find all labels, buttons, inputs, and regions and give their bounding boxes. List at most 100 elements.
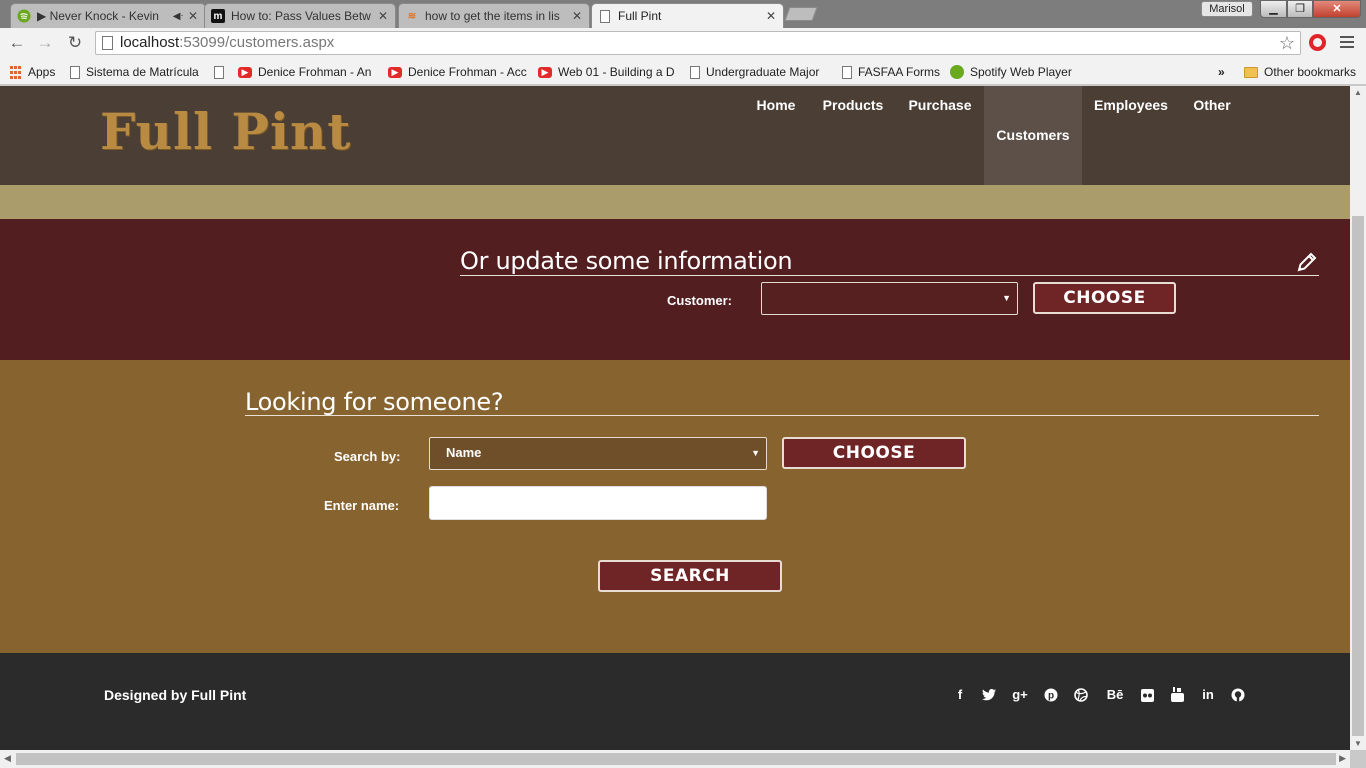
- search-by-select[interactable]: Name ▼: [429, 437, 767, 470]
- browser-tab[interactable]: m How to: Pass Values Betw ✕: [204, 3, 396, 28]
- new-tab-button[interactable]: [784, 7, 818, 21]
- name-input[interactable]: [429, 486, 767, 520]
- scroll-up-icon[interactable]: ▲: [1354, 88, 1362, 97]
- nav-label: Customers: [996, 127, 1070, 143]
- nav-purchase[interactable]: Purchase: [902, 86, 978, 185]
- nav-other[interactable]: Other: [1186, 86, 1238, 185]
- close-icon[interactable]: ✕: [377, 9, 389, 23]
- scrollbar-thumb[interactable]: [1352, 216, 1364, 736]
- youtube-icon: ▶: [538, 66, 552, 78]
- site-logo[interactable]: Full Pint: [100, 102, 351, 161]
- page-icon: [842, 65, 852, 79]
- update-info-section: Or update some information Customer: ▼ C…: [0, 219, 1350, 360]
- back-icon[interactable]: ←: [6, 33, 28, 53]
- minimize-button[interactable]: ▁: [1260, 0, 1287, 18]
- browser-tab-active[interactable]: Full Pint ✕: [591, 3, 784, 28]
- bookmark-label: Other bookmarks: [1264, 65, 1357, 79]
- facebook-icon[interactable]: f: [951, 686, 969, 704]
- github-icon[interactable]: [1229, 686, 1247, 704]
- svg-text:p: p: [1048, 691, 1054, 702]
- flickr-icon[interactable]: [1138, 686, 1156, 704]
- profile-button[interactable]: Marisol: [1201, 1, 1253, 17]
- twitter-icon[interactable]: [980, 686, 998, 704]
- spotify-icon: [950, 65, 964, 79]
- pinterest-icon[interactable]: p: [1042, 686, 1060, 704]
- tab-title: how to get the items in lis: [425, 9, 560, 23]
- update-section-title: Or update some information: [460, 247, 793, 275]
- search-section-title: Looking for someone?: [245, 388, 504, 416]
- choose-search-by-button[interactable]: CHOOSE: [782, 437, 966, 469]
- site-footer: Designed by Full Pint f g+ p Bē in: [0, 653, 1350, 750]
- page-viewport: Full Pint Home Products Purchase Custome…: [0, 86, 1350, 750]
- bookmark-item[interactable]: Sistema de Matrícula: [70, 63, 199, 81]
- header-divider-strip: [0, 185, 1350, 219]
- page-icon: [598, 9, 612, 23]
- customer-label: Customer:: [667, 293, 733, 308]
- bookmark-label: Apps: [28, 65, 56, 79]
- bookmark-label: Spotify Web Player: [970, 65, 1072, 79]
- dribbble-icon[interactable]: [1072, 686, 1090, 704]
- scroll-down-icon[interactable]: ▼: [1354, 739, 1362, 748]
- bookmark-label: Denice Frohman - Acc: [408, 65, 527, 79]
- opera-icon[interactable]: [1309, 34, 1326, 51]
- search-button[interactable]: SEARCH: [598, 560, 782, 592]
- customer-select[interactable]: ▼: [761, 282, 1018, 315]
- browser-tab[interactable]: ▶ Never Knock - Kevin ◀ᐧ ✕: [10, 3, 206, 28]
- page-icon: [690, 65, 700, 79]
- bookmark-item[interactable]: Undergraduate Major: [690, 63, 830, 81]
- footer-credit: Designed by Full Pint: [104, 687, 247, 703]
- close-icon[interactable]: ✕: [187, 9, 199, 23]
- nav-home[interactable]: Home: [746, 86, 806, 185]
- folder-icon: [1244, 66, 1258, 78]
- nav-employees[interactable]: Employees: [1090, 86, 1172, 185]
- tab-title: How to: Pass Values Betw: [231, 9, 371, 23]
- horizontal-scrollbar[interactable]: ◀ ▶: [0, 750, 1350, 768]
- nav-label: Products: [822, 97, 884, 113]
- bookmark-item[interactable]: Spotify Web Player: [950, 63, 1072, 81]
- browser-tab[interactable]: ≋ how to get the items in lis ✕: [398, 3, 590, 28]
- page-icon: [214, 65, 224, 79]
- bookmark-label: Undergraduate Major: [706, 65, 820, 79]
- stack-icon: ≋: [407, 10, 417, 22]
- bookmark-item[interactable]: [214, 63, 230, 81]
- youtube-icon[interactable]: [1168, 686, 1186, 704]
- browser-tabstrip: ▶ Never Knock - Kevin ◀ᐧ ✕ m How to: Pas…: [0, 0, 1366, 28]
- site-header: Full Pint Home Products Purchase Custome…: [0, 86, 1350, 185]
- enter-name-label: Enter name:: [324, 498, 400, 513]
- scroll-right-icon[interactable]: ▶: [1339, 753, 1346, 764]
- forward-icon[interactable]: →: [34, 33, 56, 53]
- menu-icon[interactable]: [1340, 33, 1354, 51]
- choose-customer-button[interactable]: CHOOSE: [1033, 282, 1176, 314]
- close-icon[interactable]: ✕: [765, 9, 777, 23]
- maximize-button[interactable]: ❐: [1287, 0, 1313, 18]
- bookmarks-bar: Apps Sistema de Matrícula ▶ Denice Frohm…: [0, 58, 1366, 85]
- bookmark-star-icon[interactable]: ☆: [1279, 32, 1295, 54]
- tab-title: ▶ Never Knock - Kevin: [37, 9, 159, 23]
- close-icon[interactable]: ✕: [571, 9, 583, 23]
- scrollbar-thumb[interactable]: [16, 753, 1336, 765]
- bookmark-label: Sistema de Matrícula: [86, 65, 199, 79]
- linkedin-icon[interactable]: in: [1199, 686, 1217, 704]
- search-by-value: Name: [446, 445, 482, 460]
- search-section: Looking for someone? Search by: Name ▼ C…: [0, 360, 1350, 653]
- bookmark-item[interactable]: ▶ Web 01 - Building a D: [538, 63, 678, 81]
- more-bookmarks-button[interactable]: »: [1218, 63, 1225, 81]
- bookmark-item[interactable]: ▶ Denice Frohman - Acc: [388, 63, 528, 81]
- nav-customers[interactable]: Customers: [984, 86, 1082, 185]
- spotify-icon: [17, 9, 31, 23]
- bookmark-item[interactable]: ▶ Denice Frohman - An: [238, 63, 378, 81]
- m-icon: m: [211, 9, 225, 23]
- bookmark-item[interactable]: FASFAA Forms: [842, 63, 940, 81]
- reload-icon[interactable]: ↻: [64, 33, 86, 53]
- page-icon: [70, 65, 80, 79]
- nav-products[interactable]: Products: [816, 86, 890, 185]
- google-plus-icon[interactable]: g+: [1011, 686, 1029, 704]
- url-host: localhost: [120, 34, 180, 51]
- vertical-scrollbar[interactable]: ▲ ▼: [1350, 86, 1366, 750]
- other-bookmarks[interactable]: Other bookmarks: [1244, 63, 1356, 81]
- scroll-left-icon[interactable]: ◀: [4, 753, 11, 764]
- window-close-button[interactable]: ✕: [1313, 0, 1361, 18]
- bookmark-apps[interactable]: Apps: [8, 63, 55, 81]
- behance-icon[interactable]: Bē: [1104, 686, 1126, 704]
- address-bar[interactable]: localhost:53099/customers.aspx ☆: [95, 31, 1301, 55]
